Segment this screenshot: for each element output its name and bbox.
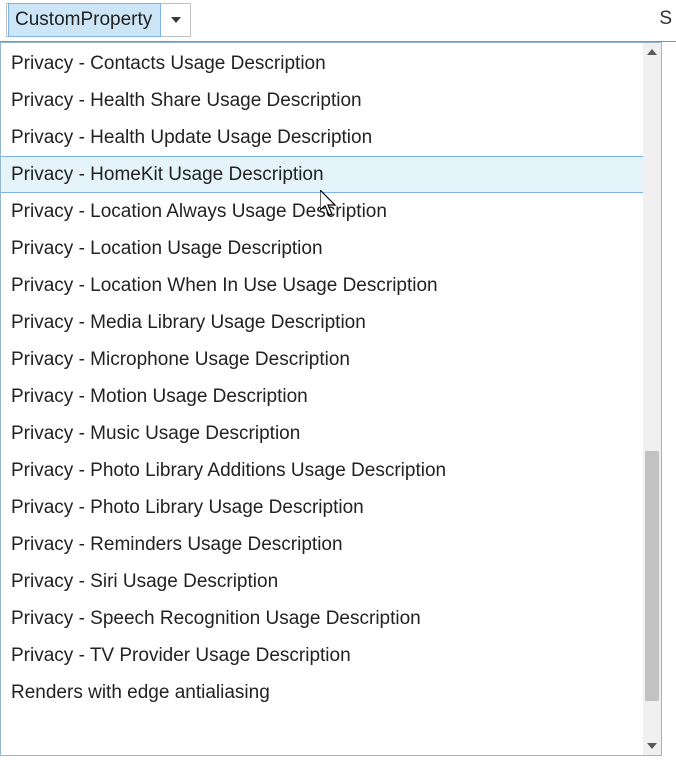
dropdown-item-label: Privacy - Location When In Use Usage Des…	[11, 275, 438, 296]
scroll-up-button[interactable]	[643, 43, 661, 61]
combobox-row: CustomProperty S	[0, 0, 676, 42]
dropdown-item[interactable]: Privacy - TV Provider Usage Description	[1, 637, 643, 674]
dropdown-item[interactable]: Privacy - Media Library Usage Descriptio…	[1, 304, 643, 341]
dropdown-item-label: Privacy - Contacts Usage Description	[11, 53, 326, 74]
scrollbar-thumb[interactable]	[645, 451, 659, 701]
dropdown-item-label: Privacy - TV Provider Usage Description	[11, 645, 351, 666]
dropdown-item-label: Renders with edge antialiasing	[11, 682, 270, 703]
dropdown-item[interactable]: Privacy - Music Usage Description	[1, 415, 643, 452]
dropdown-item[interactable]: Privacy - Location When In Use Usage Des…	[1, 267, 643, 304]
dropdown-item-label: Privacy - Siri Usage Description	[11, 571, 278, 592]
dropdown-item-label: Privacy - Microphone Usage Description	[11, 349, 350, 370]
dropdown-item[interactable]: Privacy - Photo Library Additions Usage …	[1, 452, 643, 489]
dropdown-item[interactable]: Privacy - HomeKit Usage Description	[1, 156, 643, 193]
dropdown-item[interactable]: Renders with edge antialiasing	[1, 674, 643, 711]
dropdown-item[interactable]: Privacy - Health Share Usage Description	[1, 82, 643, 119]
property-combobox[interactable]: CustomProperty	[6, 3, 191, 37]
dropdown-item-label: Privacy - Photo Library Additions Usage …	[11, 460, 446, 481]
dropdown-item-label: Privacy - Motion Usage Description	[11, 386, 308, 407]
dropdown-item[interactable]: Privacy - Photo Library Usage Descriptio…	[1, 489, 643, 526]
dropdown-item[interactable]: Privacy - Location Always Usage Descript…	[1, 193, 643, 230]
dropdown-item[interactable]: Privacy - Location Usage Description	[1, 230, 643, 267]
dropdown-item-label: Privacy - Photo Library Usage Descriptio…	[11, 497, 364, 518]
dropdown-item-label: Privacy - Health Update Usage Descriptio…	[11, 127, 372, 148]
dropdown-item[interactable]: Privacy - Motion Usage Description	[1, 378, 643, 415]
dropdown-item[interactable]: Privacy - Microphone Usage Description	[1, 341, 643, 378]
dropdown-item[interactable]: Privacy - Health Update Usage Descriptio…	[1, 119, 643, 156]
truncated-right-label: S	[659, 8, 672, 30]
scroll-down-button[interactable]	[643, 737, 661, 755]
dropdown-item[interactable]: Privacy - Contacts Usage Description	[1, 45, 643, 82]
dropdown-item[interactable]: Privacy - Speech Recognition Usage Descr…	[1, 600, 643, 637]
dropdown-item-label: Privacy - Reminders Usage Description	[11, 534, 343, 555]
dropdown-item-label: Privacy - Location Always Usage Descript…	[11, 201, 387, 222]
chevron-down-icon	[162, 4, 190, 36]
dropdown-item-label: Privacy - HomeKit Usage Description	[11, 164, 324, 185]
scrollbar-track[interactable]	[643, 61, 661, 737]
property-dropdown: Privacy - Contacts Usage Description Priv…	[0, 42, 662, 756]
dropdown-item-label: Privacy - Location Usage Description	[11, 238, 323, 259]
dropdown-item[interactable]: Privacy - Reminders Usage Description	[1, 526, 643, 563]
combobox-selected-text: CustomProperty	[8, 3, 161, 37]
scrollbar[interactable]	[643, 43, 661, 755]
dropdown-item-label: Privacy - Music Usage Description	[11, 423, 300, 444]
dropdown-item-label: Privacy - Media Library Usage Descriptio…	[11, 312, 366, 333]
dropdown-item-label: Privacy - Speech Recognition Usage Descr…	[11, 608, 421, 629]
dropdown-item[interactable]: Privacy - Siri Usage Description	[1, 563, 643, 600]
dropdown-item-label: Privacy - Health Share Usage Description	[11, 90, 362, 111]
dropdown-listbox[interactable]: Privacy - Contacts Usage Description Priv…	[1, 43, 643, 755]
